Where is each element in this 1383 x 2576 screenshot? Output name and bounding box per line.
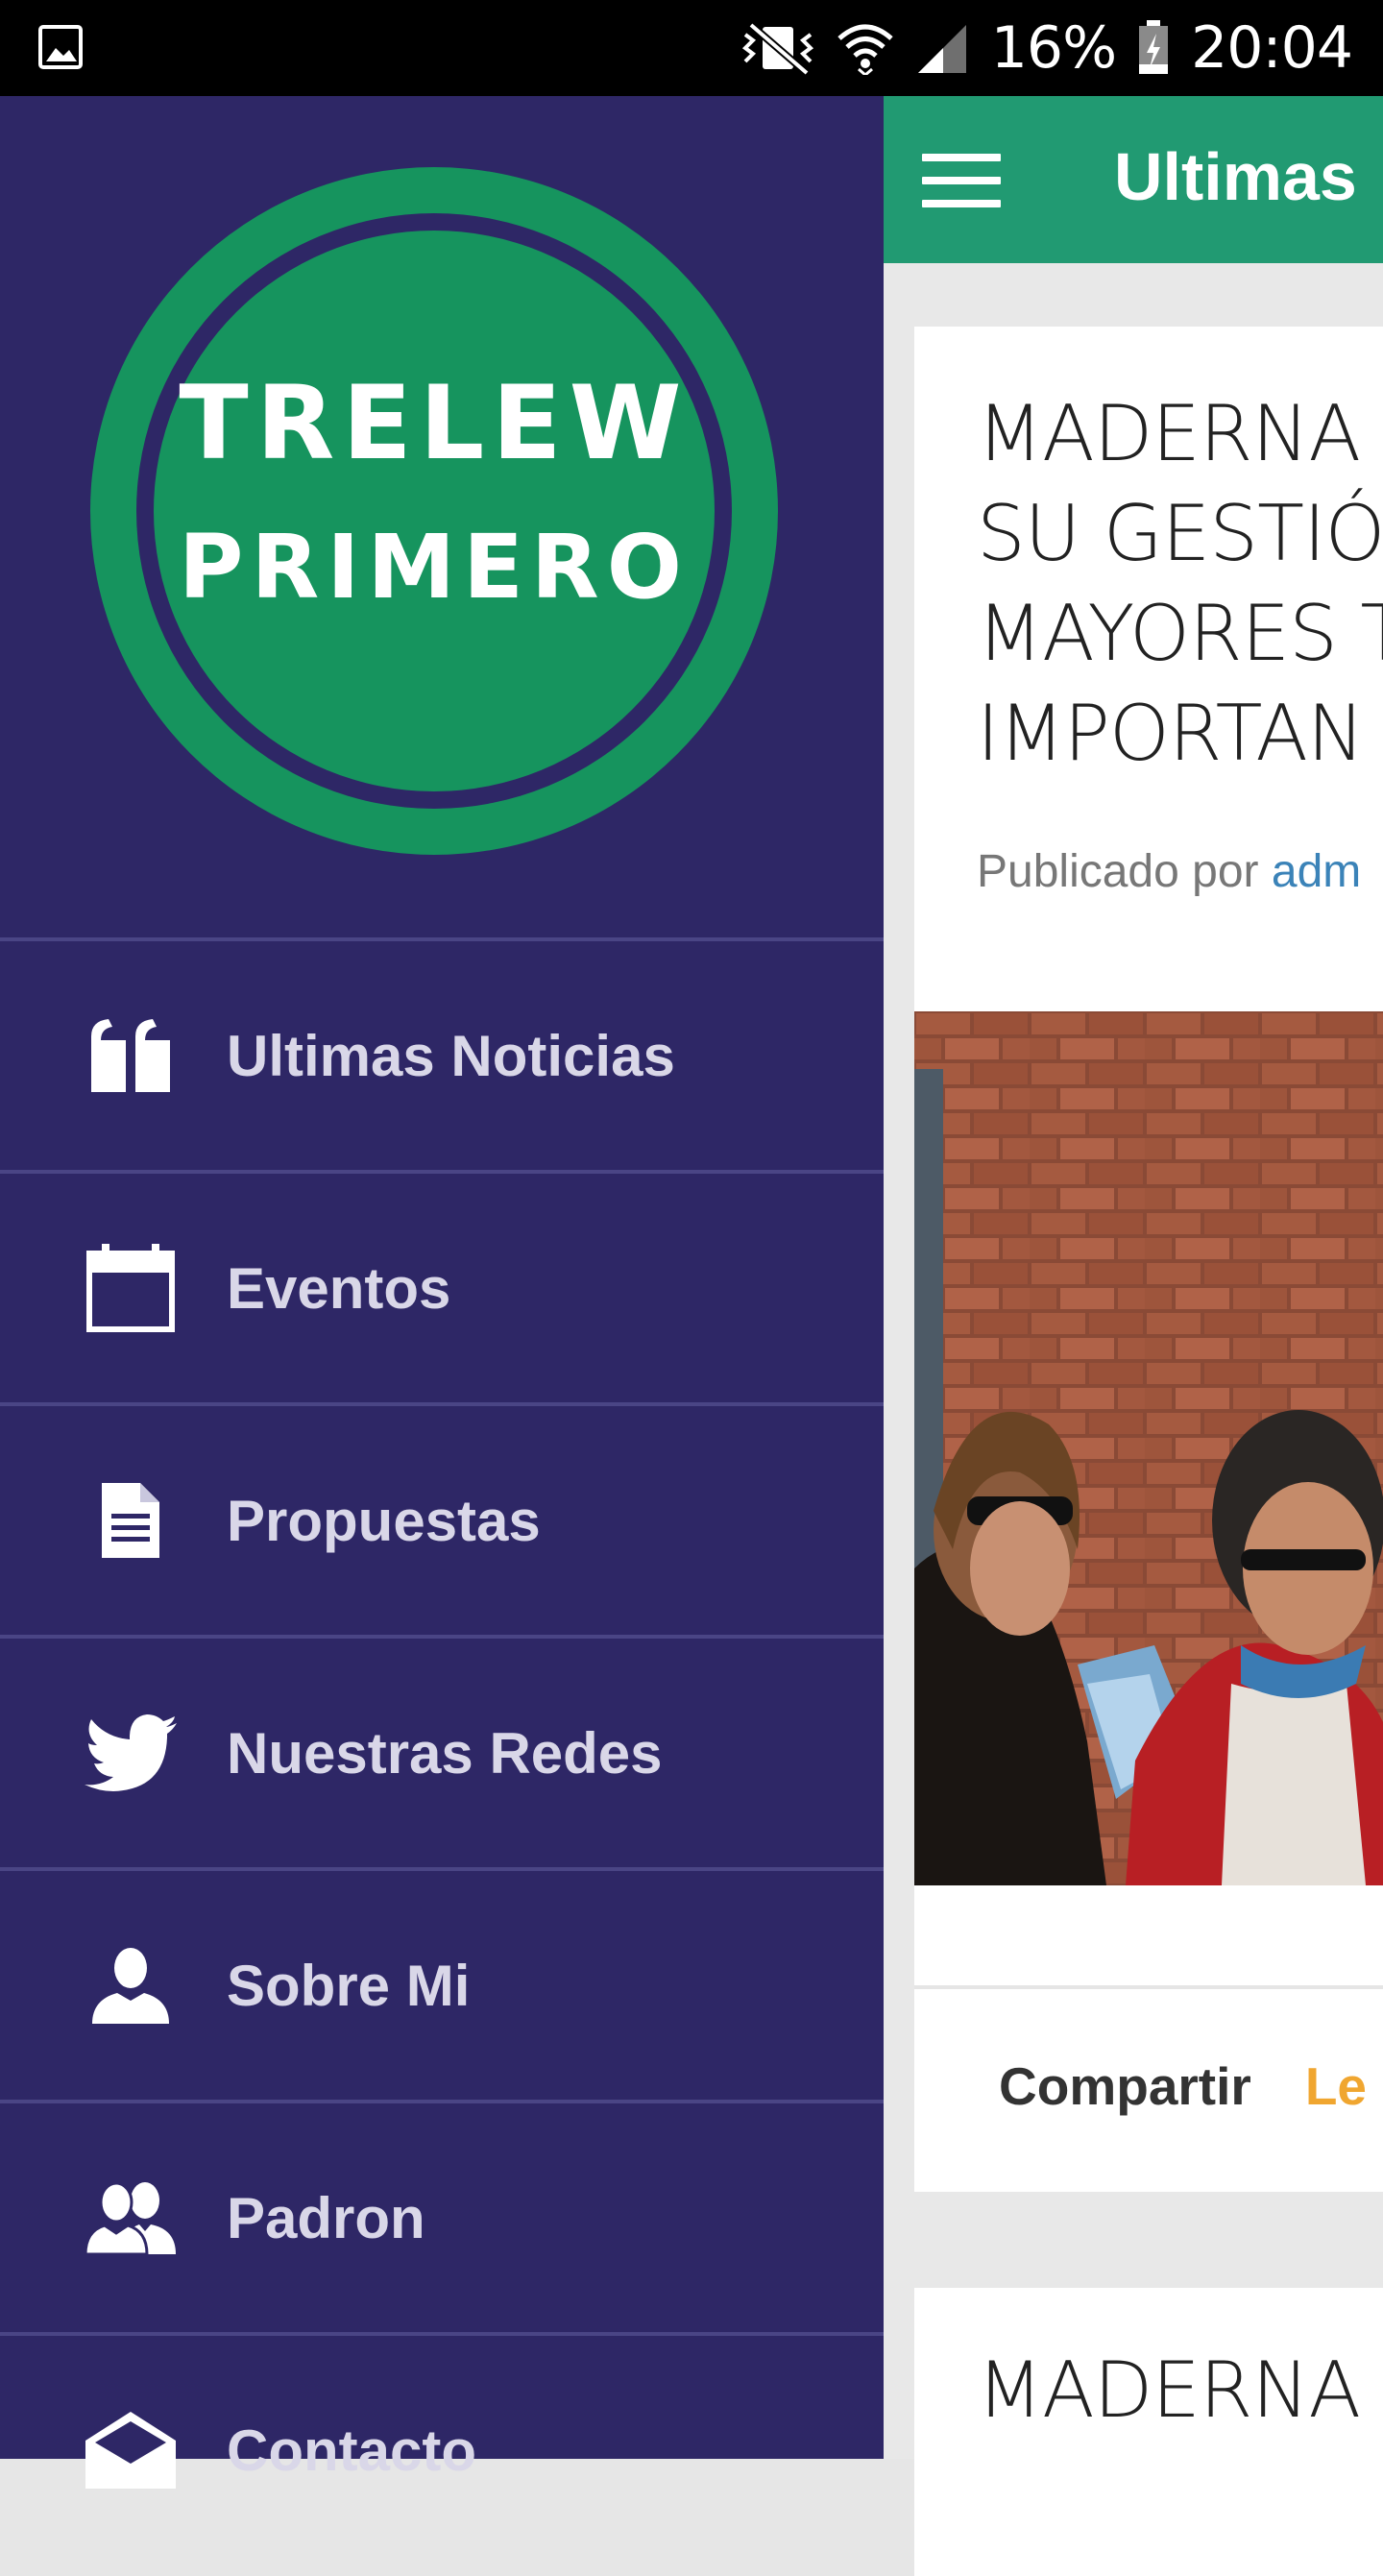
menu-item-label: Contacto	[227, 2418, 476, 2483]
menu-item-label: Eventos	[227, 1255, 451, 1321]
menu-item-label: Padron	[227, 2185, 425, 2250]
envelope-open-icon	[83, 2402, 179, 2498]
post-byline: Publicado por adm	[977, 845, 1361, 898]
quote-icon	[83, 1008, 179, 1104]
navigation-drawer: TRELEW PRIMERO Ultimas Noticias Eventos …	[0, 96, 884, 2489]
read-more-button[interactable]: Le	[1305, 2056, 1367, 2116]
menu-item-contacto[interactable]: Contacto	[0, 2332, 884, 2564]
post-title[interactable]: MADERNA	[977, 2341, 1383, 2441]
signal-icon	[917, 25, 966, 73]
gallery-icon	[38, 25, 83, 69]
status-right: 16% 20:04	[740, 0, 1353, 96]
menu-item-label: Sobre Mi	[227, 1953, 471, 2018]
vibrate-icon	[741, 21, 813, 75]
menu-item-nuestras-redes[interactable]: Nuestras Redes	[0, 1635, 884, 1867]
menu-item-ultimas-noticias[interactable]: Ultimas Noticias	[0, 937, 884, 1170]
calendar-icon	[83, 1240, 179, 1336]
share-button[interactable]: Compartir	[999, 2056, 1251, 2116]
menu-item-padron[interactable]: Padron	[0, 2100, 884, 2332]
logo-line1: TRELEW	[179, 364, 689, 482]
document-icon	[83, 1472, 179, 1568]
menu-item-propuestas[interactable]: Propuestas	[0, 1402, 884, 1635]
menu-item-eventos[interactable]: Eventos	[0, 1170, 884, 1402]
wifi-icon	[837, 24, 893, 75]
users-icon	[83, 2170, 179, 2266]
trelew-primero-logo: TRELEW PRIMERO	[90, 167, 778, 855]
post-image[interactable]	[914, 1011, 1383, 1885]
post-title[interactable]: MADERNA SU GESTIÓ MAYORES T IMPORTAN	[977, 384, 1383, 784]
menu-item-label: Propuestas	[227, 1488, 541, 1553]
post-actions: Compartir Le	[999, 2055, 1367, 2117]
menu-item-label: Nuestras Redes	[227, 1720, 663, 1786]
clock: 20:04	[1191, 14, 1353, 82]
twitter-icon	[83, 1705, 179, 1801]
post-card[interactable]: MADERNA	[914, 2288, 1383, 2576]
app-bar-title: Ultimas	[1114, 139, 1357, 214]
user-icon	[83, 1937, 179, 2033]
post-card[interactable]: MADERNA SU GESTIÓ MAYORES T IMPORTAN Pub…	[914, 327, 1383, 2192]
byline-prefix: Publicado por	[977, 846, 1272, 897]
menu-item-label: Ultimas Noticias	[227, 1023, 675, 1088]
battery-percent: 16%	[990, 14, 1117, 82]
menu-item-sobre-mi[interactable]: Sobre Mi	[0, 1867, 884, 2100]
author-link[interactable]: adm	[1272, 846, 1361, 897]
drawer-menu: Ultimas Noticias Eventos Propuestas Nues…	[0, 937, 884, 2564]
hamburger-icon[interactable]	[922, 154, 1001, 207]
card-divider	[914, 1985, 1383, 1989]
app-bar: Ultimas	[884, 96, 1383, 263]
status-bar: 16% 20:04	[0, 0, 1383, 96]
logo-line2: PRIMERO	[179, 516, 690, 619]
battery-icon	[1139, 20, 1169, 74]
